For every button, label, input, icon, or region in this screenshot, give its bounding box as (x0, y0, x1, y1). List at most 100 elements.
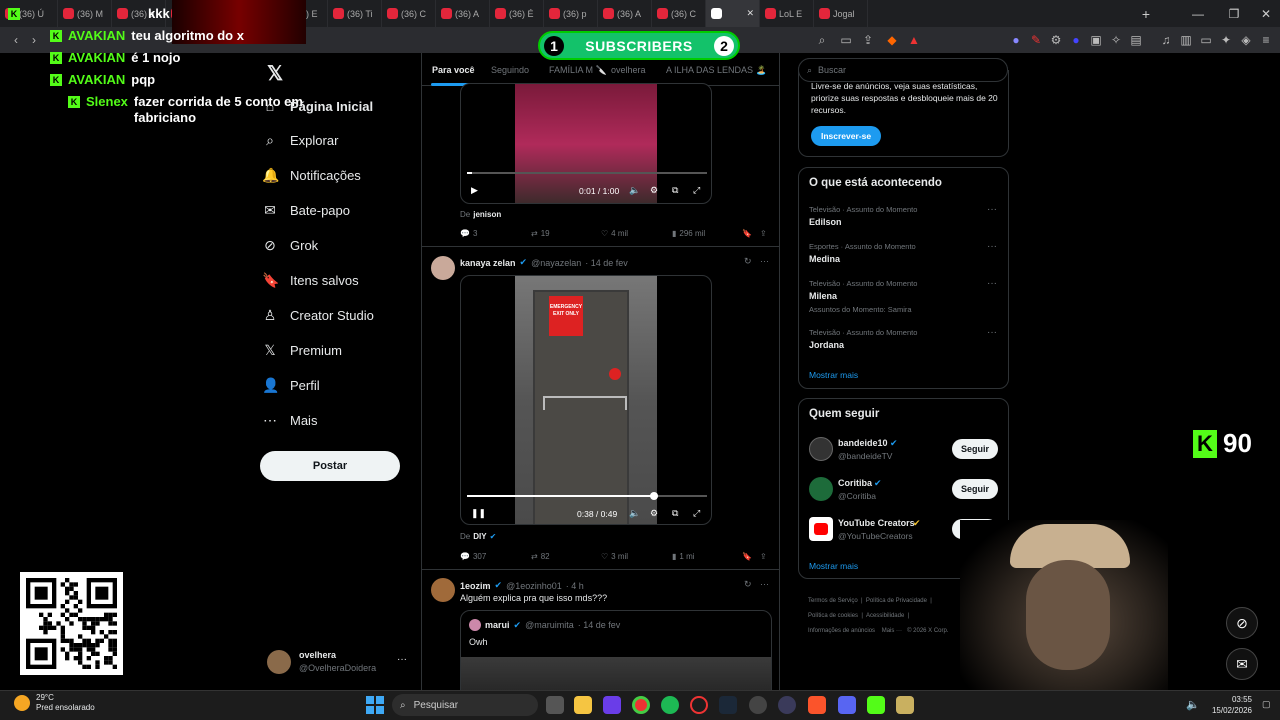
more-icon[interactable]: ··· (987, 241, 997, 252)
search-input[interactable]: ⌕ Buscar (798, 58, 1008, 82)
bookmark-icon[interactable]: 🔖 (742, 229, 752, 238)
chrome-icon[interactable] (632, 696, 650, 714)
follow-button[interactable]: Seguir (952, 439, 998, 459)
quoted-post[interactable]: marui ✔ @maruimita · 14 de fev Owh (460, 610, 772, 690)
volume-icon[interactable]: 🔈 (1186, 698, 1200, 711)
spotify-icon[interactable] (661, 696, 679, 714)
obs-icon[interactable] (749, 696, 767, 714)
pause-icon[interactable]: ❚❚ (471, 508, 486, 519)
play-icon[interactable]: ▶ (471, 185, 478, 196)
tab-ilha-das-lendas[interactable]: A ILHA DAS LENDAS 🏝️ (666, 65, 767, 76)
repost-action[interactable]: ⇄ 82 (531, 552, 550, 561)
share-icon[interactable]: ⇪ (760, 229, 767, 238)
footer-link[interactable]: Termos de Serviço (808, 598, 858, 604)
more-icon[interactable]: ··· (760, 579, 769, 589)
screenshot-icon[interactable]: ▭ (838, 33, 854, 47)
extension-icon[interactable]: ▤ (1128, 33, 1144, 47)
sidebar-item-premium[interactable]: 𝕏 Premium (262, 340, 342, 360)
sidebar-item-explorar[interactable]: ⌕ Explorar (262, 131, 338, 151)
pip-icon[interactable]: ⧉ (672, 185, 678, 196)
start-button[interactable] (366, 696, 384, 714)
show-more-follows[interactable]: Mostrar mais (809, 561, 858, 571)
grok-icon[interactable]: ↻ (744, 579, 752, 590)
follow-button[interactable]: Seguir (952, 479, 998, 499)
extension-icon[interactable]: ✧ (1108, 33, 1124, 47)
extension-icon[interactable]: ✎ (1028, 33, 1044, 47)
vpn-icon[interactable]: ◈ (1238, 33, 1254, 47)
browser-tab[interactable]: (36) Ti (328, 0, 382, 27)
tab-seguindo[interactable]: Seguindo (491, 65, 529, 75)
app-icon[interactable] (603, 696, 621, 714)
tab-para-voce[interactable]: Para você (432, 65, 475, 75)
footer-link[interactable]: Política de cookies (808, 613, 858, 619)
sidebar-item-bate-papo[interactable]: ✉ Bate-papo (262, 201, 350, 221)
new-tab-button[interactable]: + (1128, 0, 1164, 27)
browser-tab[interactable]: ✕ (706, 0, 760, 27)
clock[interactable]: 03:55 15/02/2026 (1206, 694, 1252, 716)
video-player[interactable]: ▶ 0:01 / 1:00 🔈 ⚙ ⧉ ⤢ (460, 83, 712, 204)
subscribe-button[interactable]: Inscrever-se (811, 126, 881, 146)
account-switcher[interactable]: ovelhera @OvelheraDoidera ··· (267, 648, 412, 676)
video-progress-track[interactable] (467, 172, 707, 174)
footer-link[interactable]: Informações de anúncios (808, 628, 875, 634)
author-handle[interactable]: @nayazelan (531, 258, 581, 268)
grok-icon[interactable]: ↻ (744, 256, 752, 267)
settings-icon[interactable]: ⚙ (650, 185, 658, 196)
pip-icon[interactable]: ⧉ (672, 508, 678, 519)
wallet-icon[interactable]: ▭ (1198, 33, 1214, 47)
sidebar-item-notificações[interactable]: 🔔 Notificações (262, 166, 361, 186)
sidebar-item-grok[interactable]: ⊘ Grok (262, 236, 318, 256)
footer-link[interactable]: Mais ··· (882, 628, 902, 634)
source-name[interactable]: DIY (473, 532, 486, 541)
kick-icon[interactable] (867, 696, 885, 714)
extension-icon[interactable]: ⚙ (1048, 33, 1064, 47)
brave-rewards-icon[interactable]: ▲ (906, 33, 922, 47)
avatar[interactable] (431, 256, 455, 280)
minimize-button[interactable]: — (1180, 0, 1216, 27)
tab-ovelhera[interactable]: ovelhera (611, 65, 646, 75)
extension-icon[interactable]: ● (1008, 33, 1024, 47)
opera-icon[interactable] (690, 696, 708, 714)
footer-link[interactable]: Política de Privacidade (866, 598, 927, 604)
views-action[interactable]: ▮ 296 mil (672, 229, 705, 238)
steam-icon[interactable] (719, 696, 737, 714)
browser-tab[interactable]: (36) A (598, 0, 652, 27)
browser-tab[interactable]: (36) A (436, 0, 490, 27)
volume-icon[interactable]: 🔈 (629, 508, 640, 519)
bookmark-icon[interactable]: 🔖 (742, 552, 752, 561)
reply-action[interactable]: 💬 3 (460, 229, 477, 238)
brave-shield-icon[interactable]: ◆ (884, 33, 900, 47)
share-icon[interactable]: ⇪ (760, 552, 767, 561)
more-icon[interactable]: ··· (987, 204, 997, 215)
notification-icon[interactable]: ▢ (1262, 699, 1271, 710)
views-action[interactable]: ▮ 1 mi (672, 552, 695, 561)
author-name[interactable]: 1eozim (460, 581, 491, 591)
browser-tab[interactable]: (36) É (490, 0, 544, 27)
browser-tab[interactable]: (36) p (544, 0, 598, 27)
fullscreen-icon[interactable]: ⤢ (693, 185, 700, 196)
menu-icon[interactable]: ≡ (1258, 33, 1274, 47)
author-name[interactable]: kanaya zelan (460, 258, 516, 268)
sidebar-item-creator-studio[interactable]: ♙ Creator Studio (262, 305, 374, 325)
taskbar-search[interactable]: ⌕ Pesquisar (392, 694, 538, 716)
sidebar-item-página-inicial[interactable]: ⌂ Página Inicial (262, 96, 373, 116)
discord-icon[interactable] (838, 696, 856, 714)
tab-familia[interactable]: FAMÍLIA M 🔪 (549, 65, 607, 76)
sidebar-item-perfil[interactable]: 👤 Perfil (262, 375, 320, 395)
sidebar-item-mais[interactable]: ⋯ Mais (262, 410, 317, 430)
video-progress-track[interactable] (467, 492, 707, 500)
weather-widget[interactable]: 29°C Pred ensolarado (14, 693, 95, 713)
browser-tab[interactable]: LoL E (760, 0, 814, 27)
messages-float-button[interactable]: ✉ (1226, 648, 1258, 680)
volume-icon[interactable]: 🔈 (629, 185, 640, 196)
footer-link[interactable]: Acessibilidade (866, 613, 904, 619)
post-button[interactable]: Postar (260, 451, 400, 481)
more-icon[interactable]: ··· (987, 278, 997, 289)
app-icon[interactable] (896, 696, 914, 714)
app-icon[interactable] (778, 696, 796, 714)
settings-icon[interactable]: ⚙ (650, 508, 658, 519)
brave-icon[interactable] (808, 696, 826, 714)
browser-tab[interactable]: (36) C (382, 0, 436, 27)
maximize-button[interactable]: ❐ (1216, 0, 1252, 27)
more-icon[interactable]: ··· (760, 256, 769, 266)
